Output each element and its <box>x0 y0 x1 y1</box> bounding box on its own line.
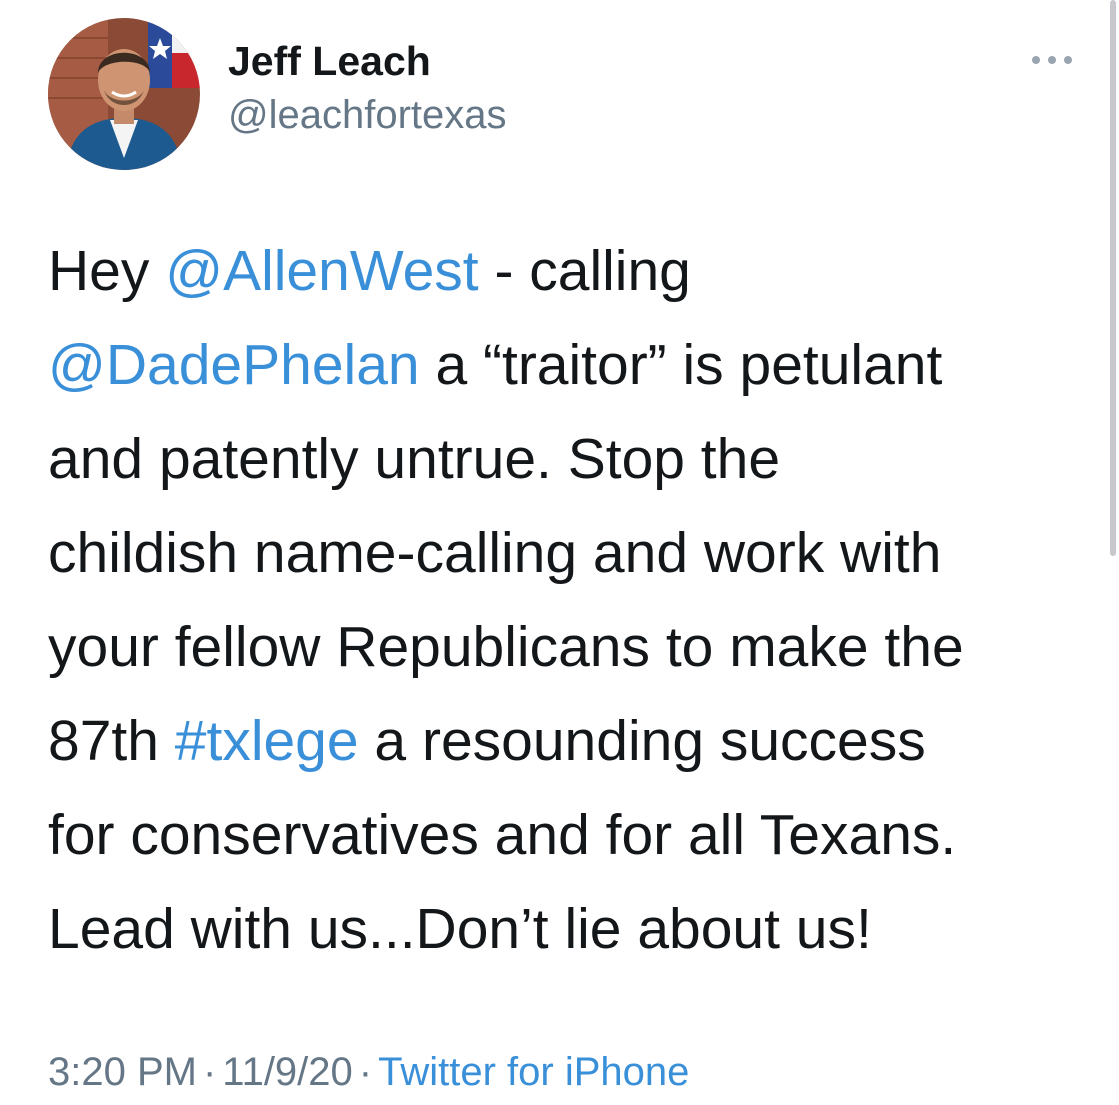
tweet-text-segment: - calling <box>478 239 691 303</box>
tweet-metadata: 3:20 PM · 11/9/20 · Twitter for iPhone <box>48 1044 689 1100</box>
tweet-text-segment: a “traitor” is petulant <box>419 333 943 397</box>
tweet-text-segment: childish name-calling and work with <box>48 521 942 585</box>
scrollbar[interactable] <box>1110 0 1116 556</box>
tweet-text-segment: Hey <box>48 239 166 303</box>
tweet-line: and patently untrue. Stop the <box>48 412 1078 506</box>
tweet-text: Hey @AllenWest - calling @DadePhelan a “t… <box>48 224 1078 976</box>
tweet-text-segment: a resounding success <box>358 709 926 773</box>
tweet-line: @DadePhelan a “traitor” is petulant <box>48 318 1078 412</box>
tweet-line: for conservatives and for all Texans. <box>48 788 1078 882</box>
tweet-text-segment: 87th <box>48 709 175 773</box>
mention-link[interactable]: @AllenWest <box>165 239 478 303</box>
tweet-line: childish name-calling and work with <box>48 506 1078 600</box>
tweet-line: Lead with us...Don’t lie about us! <box>48 882 1078 976</box>
meta-separator: · <box>202 1050 217 1094</box>
tweet-date[interactable]: 11/9/20 <box>222 1050 353 1094</box>
tweet-text-segment: Lead with us...Don’t lie about us! <box>48 897 872 961</box>
avatar[interactable] <box>48 18 200 170</box>
meta-separator: · <box>358 1050 373 1094</box>
tweet-text-segment: for conservatives and for all Texans. <box>48 803 957 867</box>
tweet-line: 87th #txlege a resounding success <box>48 694 1078 788</box>
hashtag-link[interactable]: #txlege <box>175 709 359 773</box>
tweet-source-link[interactable]: Twitter for iPhone <box>378 1050 689 1094</box>
tweet-text-segment: and patently untrue. Stop the <box>48 427 781 491</box>
avatar-photo <box>48 18 200 170</box>
tweet-line: Hey @AllenWest - calling <box>48 224 1078 318</box>
tweet-line: your fellow Republicans to make the <box>48 600 1078 694</box>
author-display-name[interactable]: Jeff Leach <box>228 36 431 86</box>
mention-link[interactable]: @DadePhelan <box>48 333 420 397</box>
more-horizontal-icon[interactable] <box>1028 48 1076 72</box>
tweet-time[interactable]: 3:20 PM <box>48 1050 197 1094</box>
tweet-text-segment: your fellow Republicans to make the <box>48 615 964 679</box>
author-handle[interactable]: @leachfortexas <box>228 90 507 140</box>
